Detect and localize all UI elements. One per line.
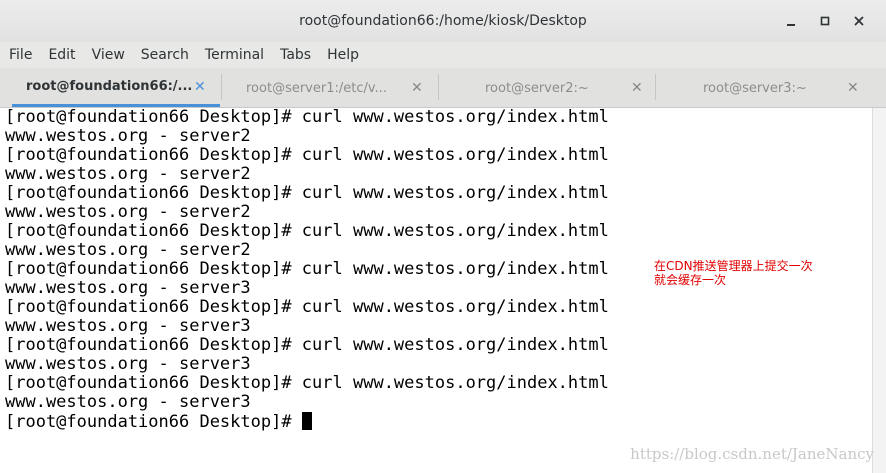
menu-tabs[interactable]: Tabs (272, 42, 319, 68)
menu-terminal[interactable]: Terminal (197, 42, 272, 68)
terminal-line: [root@foundation66 Desktop]# curl www.we… (5, 221, 609, 241)
terminal-prompt-line[interactable]: [root@foundation66 Desktop]# (5, 412, 312, 432)
menu-file[interactable]: File (0, 42, 40, 68)
watermark: https://blog.csdn.net/JaneNancy (630, 445, 874, 463)
terminal-line: [root@foundation66 Desktop]# curl www.we… (5, 259, 609, 279)
window-title: root@foundation66:/home/kiosk/Desktop (299, 13, 587, 29)
close-tab-icon[interactable]: ✕ (194, 79, 206, 95)
tab-label: root@foundation66:/... (26, 79, 193, 94)
minimize-icon (787, 24, 795, 26)
close-button[interactable] (842, 8, 876, 34)
minimize-button[interactable] (774, 8, 808, 34)
annotation-line-2: 就会缓存一次 (654, 273, 727, 287)
text-cursor (301, 412, 312, 430)
menu-view[interactable]: View (84, 42, 133, 68)
terminal-line: www.westos.org - server3 (5, 392, 251, 412)
terminal-line: www.westos.org - server2 (5, 240, 251, 260)
close-icon (854, 16, 864, 26)
terminal-scrollbar[interactable] (872, 108, 886, 473)
terminal-line: www.westos.org - server3 (5, 354, 251, 374)
terminal-line: [root@foundation66 Desktop]# curl www.we… (5, 297, 609, 317)
close-tab-icon[interactable]: ✕ (847, 80, 859, 96)
menu-edit[interactable]: Edit (40, 42, 83, 68)
terminal-line: www.westos.org - server2 (5, 202, 251, 222)
window-titlebar[interactable]: root@foundation66:/home/kiosk/Desktop (0, 0, 886, 42)
tab-server2[interactable]: root@server2:~ ✕ (439, 69, 655, 107)
terminal-prompt: [root@foundation66 Desktop]# (5, 412, 302, 432)
menu-help[interactable]: Help (319, 42, 367, 68)
tab-foundation66[interactable]: root@foundation66:/... ✕ (12, 69, 220, 107)
close-tab-icon[interactable]: ✕ (631, 80, 643, 96)
terminal-line: www.westos.org - server2 (5, 164, 251, 184)
terminal-line: [root@foundation66 Desktop]# curl www.we… (5, 107, 609, 127)
close-tab-icon[interactable]: ✕ (411, 80, 423, 96)
terminal-line: [root@foundation66 Desktop]# curl www.we… (5, 183, 609, 203)
maximize-icon (820, 16, 830, 26)
menu-bar: File Edit View Search Terminal Tabs Help (0, 42, 886, 68)
maximize-button[interactable] (808, 8, 842, 34)
terminal-line: www.westos.org - server2 (5, 126, 251, 146)
terminal-line: www.westos.org - server3 (5, 278, 251, 298)
tab-label: root@server3:~ (703, 80, 807, 96)
tab-bar: root@foundation66:/... ✕ root@server1:/e… (0, 68, 886, 108)
tab-label: root@server2:~ (485, 80, 589, 96)
terminal-line: www.westos.org - server3 (5, 316, 251, 336)
terminal-line: [root@foundation66 Desktop]# curl www.we… (5, 335, 609, 355)
tab-label: root@server1:/etc/v... (246, 80, 387, 96)
terminal-line: [root@foundation66 Desktop]# curl www.we… (5, 145, 609, 165)
terminal-output[interactable]: [root@foundation66 Desktop]# curl www.we… (0, 108, 872, 473)
annotation-note: 在CDN推送管理器上提交一次 就会缓存一次 (654, 259, 813, 287)
terminal-line: [root@foundation66 Desktop]# curl www.we… (5, 373, 609, 393)
tab-server1[interactable]: root@server1:/etc/v... ✕ (222, 69, 438, 107)
tab-server3[interactable]: root@server3:~ ✕ (656, 69, 874, 107)
menu-search[interactable]: Search (133, 42, 197, 68)
window-controls (774, 8, 876, 34)
annotation-line-1: 在CDN推送管理器上提交一次 (654, 259, 813, 273)
